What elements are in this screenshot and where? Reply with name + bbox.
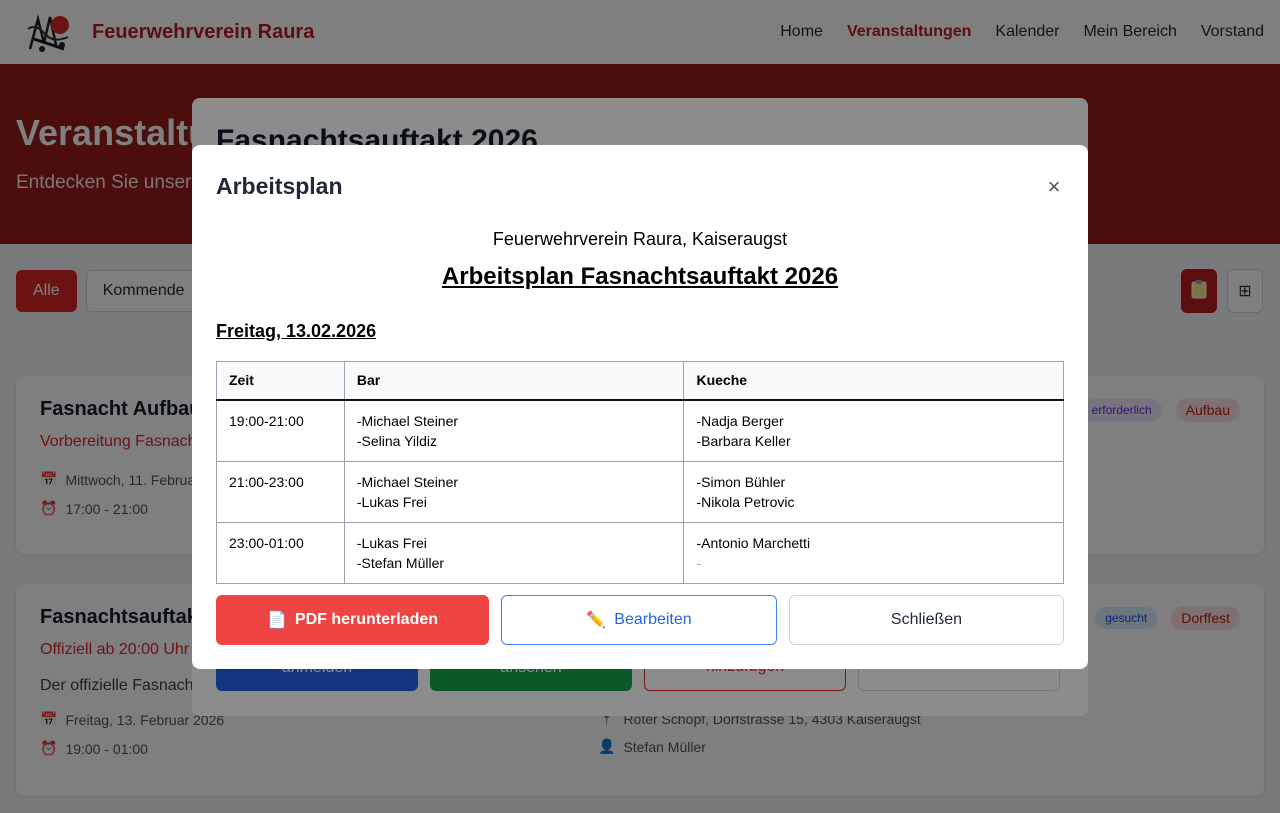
person-entry: -Barbara Keller bbox=[696, 432, 791, 449]
bar-cell: -Lukas Frei -Stefan Müller bbox=[343, 521, 685, 584]
download-pdf-button[interactable]: 📄 PDF herunterladen bbox=[216, 595, 489, 645]
time-cell: 21:00-23:00 bbox=[216, 460, 345, 523]
empty-slot: - bbox=[696, 554, 702, 571]
modal-actions: 📄 PDF herunterladen ✏️ Bearbeiten Schlie… bbox=[216, 595, 1064, 645]
person-entry: -Lukas Frei bbox=[356, 534, 427, 551]
document-icon: 📄 bbox=[266, 612, 287, 629]
person-entry: -Michael Steiner bbox=[356, 412, 459, 429]
organization-name: Feuerwehrverein Raura, Kaiseraugst bbox=[492, 229, 788, 249]
time-cell: 19:00-21:00 bbox=[216, 399, 345, 462]
bar-cell: -Michael Steiner -Lukas Frei bbox=[343, 460, 685, 523]
table-row: 21:00-23:00 -Michael Steiner -Lukas Frei … bbox=[216, 460, 1064, 523]
person-entry: -Simon Bühler bbox=[696, 473, 786, 490]
person-entry: -Stefan Müller bbox=[356, 554, 445, 571]
column-header: Zeit bbox=[216, 361, 345, 401]
person-entry: -Nadja Berger bbox=[696, 412, 784, 429]
work-plan-modal: Arbeitsplan × Feuerwehrverein Raura, Kai… bbox=[192, 145, 1088, 669]
person-entry: -Lukas Frei bbox=[356, 493, 427, 510]
person-entry: -Michael Steiner bbox=[356, 473, 459, 490]
work-plan-table: Zeit Bar Kueche 19:00-21:00 -Michael Ste… bbox=[216, 361, 1064, 584]
modal-title: Arbeitsplan bbox=[216, 173, 343, 199]
table-row: 19:00-21:00 -Michael Steiner -Selina Yild… bbox=[216, 399, 1064, 462]
person-entry: -Nikola Petrovic bbox=[696, 493, 795, 510]
table-row: 23:00-01:00 -Lukas Frei -Stefan Müller -A… bbox=[216, 521, 1064, 584]
kitchen-cell: -Nadja Berger -Barbara Keller bbox=[683, 399, 1064, 462]
kitchen-cell: -Antonio Marchetti - bbox=[683, 521, 1064, 584]
bar-cell: -Michael Steiner -Selina Yildiz bbox=[343, 399, 685, 462]
table-header-row: Zeit Bar Kueche bbox=[216, 361, 1064, 401]
plan-title: Arbeitsplan Fasnachtsauftakt 2026 bbox=[441, 263, 839, 290]
close-button[interactable]: Schließen bbox=[789, 595, 1064, 645]
person-entry: -Antonio Marchetti bbox=[696, 534, 811, 551]
plan-day: Freitag, 13.02.2026 bbox=[216, 321, 377, 341]
pencil-icon: ✏️ bbox=[586, 612, 607, 629]
edit-button[interactable]: ✏️ Bearbeiten bbox=[501, 595, 777, 645]
column-header: Kueche bbox=[683, 361, 1064, 401]
download-pdf-label: PDF herunterladen bbox=[294, 611, 439, 628]
person-entry: -Selina Yildiz bbox=[356, 432, 438, 449]
time-cell: 23:00-01:00 bbox=[216, 521, 345, 584]
column-header: Bar bbox=[343, 361, 685, 401]
edit-label: Bearbeiten bbox=[614, 611, 692, 628]
kitchen-cell: -Simon Bühler -Nikola Petrovic bbox=[683, 460, 1064, 523]
close-icon[interactable]: × bbox=[1042, 174, 1066, 199]
